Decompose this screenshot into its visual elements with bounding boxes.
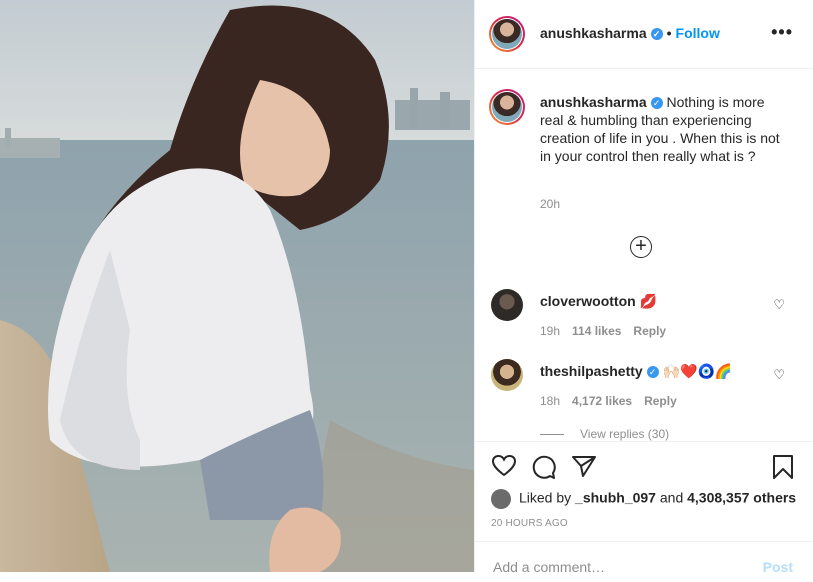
share-icon[interactable] (571, 454, 597, 478)
caption-avatar[interactable] (489, 89, 525, 125)
separator-dot: • (666, 25, 672, 41)
add-comment-bar: Post (475, 541, 813, 582)
liker-username[interactable]: _shubh_097 (575, 490, 656, 506)
comment-likes[interactable]: 4,172 likes (572, 394, 632, 408)
action-bar (475, 441, 813, 492)
comment-body: theshilpashetty ✓ 🙌🏻❤️🧿🌈 (540, 363, 732, 380)
post-photo[interactable] (0, 0, 474, 572)
follow-button[interactable]: Follow (676, 25, 720, 41)
caption-username[interactable]: anushkasharma (540, 94, 647, 110)
likes-prefix: Liked by (519, 489, 572, 506)
more-options-icon[interactable]: ••• (771, 22, 793, 43)
commenter-verified-icon: ✓ (646, 366, 659, 379)
reply-button[interactable]: Reply (633, 324, 666, 338)
post-caption: anushkasharma ✓ Nothing is more real & hu… (540, 93, 780, 165)
commenter-username[interactable]: theshilpashetty (540, 363, 643, 379)
comment-time: 18h (540, 394, 561, 408)
post-comment-button[interactable]: Post (763, 559, 793, 575)
comment-input[interactable] (491, 558, 745, 576)
post-side-panel: anushkasharma ✓ • Follow ••• anushkasharma ✓… (474, 0, 813, 576)
bookmark-icon[interactable] (771, 454, 795, 480)
verified-badge-icon: ✓ (650, 28, 663, 41)
commenter-avatar[interactable] (491, 289, 523, 321)
commenter-username[interactable]: cloverwootton (540, 293, 636, 309)
comment-meta: 19h 114 likes Reply (540, 324, 678, 338)
author-avatar[interactable] (489, 16, 525, 52)
comments-scroll-area[interactable]: anushkasharma ✓ Nothing is more real & hu… (475, 69, 813, 441)
commenter-avatar[interactable] (491, 359, 523, 391)
header-user-line: anushkasharma ✓ • Follow (540, 25, 720, 41)
comment-like-icon[interactable]: ♡ (773, 367, 785, 383)
comment-time: 19h (540, 324, 561, 338)
comment-likes[interactable]: 114 likes (572, 324, 621, 338)
likes-summary: Liked by _shubh_097 and 4,308,357 others (491, 489, 796, 509)
plus-circle-icon[interactable]: + (630, 236, 652, 258)
photo-illustration (0, 0, 474, 572)
view-replies-button[interactable]: View replies (30) (540, 427, 669, 441)
heart-icon[interactable] (491, 454, 517, 478)
post-viewer: anushkasharma ✓ • Follow ••• anushkasharma ✓… (0, 0, 813, 576)
view-replies-label[interactable]: View replies (30) (580, 427, 669, 441)
caption-time: 20h (540, 197, 561, 211)
view-replies-line (540, 434, 564, 436)
caption-verified-icon: ✓ (650, 97, 663, 110)
reply-button[interactable]: Reply (644, 394, 677, 408)
likes-count[interactable]: 4,308,357 others (687, 490, 796, 506)
comment-text: 🙌🏻❤️🧿🌈 (662, 363, 733, 379)
likes-middle: and (659, 489, 684, 506)
post-header: anushkasharma ✓ • Follow ••• (475, 0, 813, 69)
comment-body: cloverwootton 💋 (540, 293, 657, 310)
comment-text: 💋 (639, 293, 657, 309)
post-age: 20 HOURS AGO (491, 518, 568, 529)
comment-meta: 18h 4,172 likes Reply (540, 394, 689, 408)
comment-icon[interactable] (531, 454, 557, 480)
author-username[interactable]: anushkasharma (540, 25, 647, 41)
liker-avatar[interactable] (491, 489, 511, 509)
comment-like-icon[interactable]: ♡ (773, 297, 785, 313)
